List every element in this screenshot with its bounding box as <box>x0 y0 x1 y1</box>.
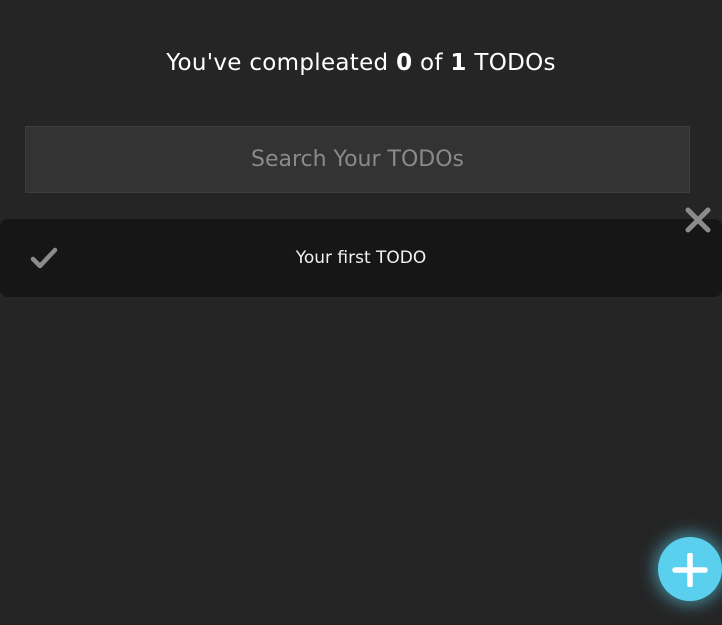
completed-count: 0 <box>396 50 413 76</box>
close-icon[interactable] <box>684 206 712 234</box>
search-input[interactable] <box>25 126 690 193</box>
todo-counter: You've compleated 0 of 1 TODOs <box>0 44 722 82</box>
counter-suffix: TODOs <box>474 50 556 76</box>
plus-icon <box>672 553 708 587</box>
todo-item: Your first TODO <box>0 207 722 297</box>
counter-middle: of <box>420 50 443 76</box>
todo-list: Your first TODO <box>0 207 722 297</box>
counter-prefix: You've compleated <box>166 50 389 76</box>
total-count: 1 <box>450 50 467 76</box>
add-todo-button[interactable] <box>658 537 722 601</box>
todo-text: Your first TODO <box>295 248 427 268</box>
check-icon[interactable] <box>30 246 58 270</box>
